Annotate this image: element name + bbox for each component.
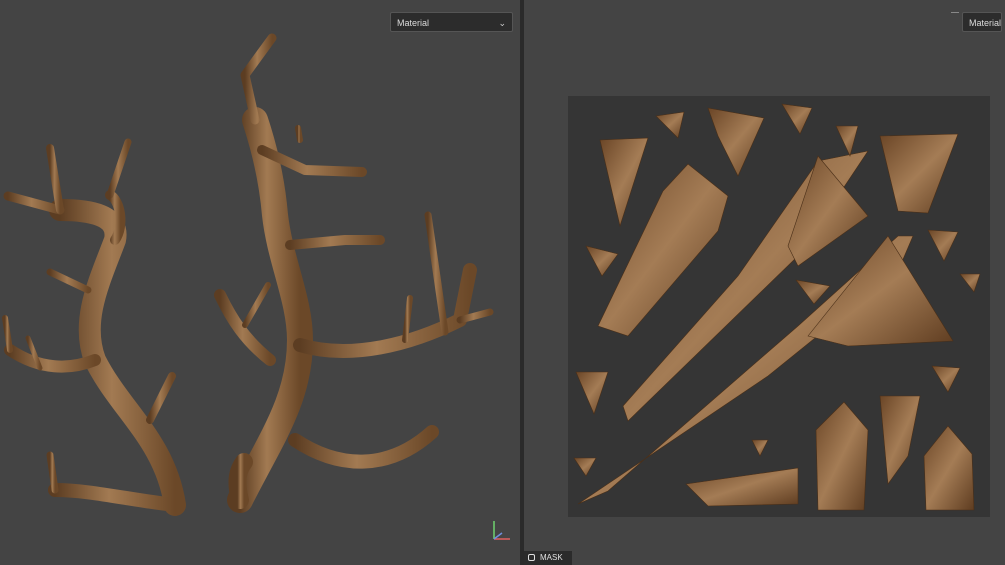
uv-island (807, 235, 954, 347)
uv-island (923, 425, 975, 511)
mask-icon (528, 554, 535, 561)
viewport-toolbar (941, 0, 1001, 13)
uv-island (795, 279, 831, 305)
uv-island (707, 107, 765, 177)
chevron-down-icon: ⌄ (498, 18, 506, 28)
uv-island (815, 401, 869, 511)
uv-island (927, 229, 959, 262)
uv-texture-sheet (568, 96, 990, 517)
uv-island (599, 137, 649, 228)
material-dropdown[interactable]: Material (962, 12, 1002, 32)
mask-button[interactable]: MASK (524, 551, 572, 565)
uv-island (751, 439, 769, 457)
uv-island (787, 155, 869, 267)
3d-viewport[interactable]: Material ⌄ (0, 0, 520, 565)
uv-island (781, 103, 813, 135)
material-dropdown-label: Material (397, 18, 430, 28)
tree-models-render (2, 33, 494, 516)
uv-viewport[interactable]: Material (524, 0, 1005, 565)
axis-gizmo-icon (493, 521, 510, 540)
material-dropdown[interactable]: Material ⌄ (390, 12, 513, 32)
toolbar-icon[interactable] (951, 8, 959, 13)
uv-island (575, 371, 609, 415)
uv-island (879, 133, 959, 214)
mask-label: MASK (540, 553, 563, 562)
uv-islands (573, 103, 981, 511)
uv-island (959, 273, 981, 293)
uv-island (685, 467, 799, 507)
uv-island (835, 125, 859, 157)
uv-island (573, 457, 597, 477)
material-dropdown-label: Material (969, 18, 1002, 28)
uv-island (879, 395, 921, 485)
uv-island (585, 245, 619, 277)
branch-model-left (2, 138, 186, 516)
uv-island (931, 365, 961, 393)
uv-island (655, 111, 685, 139)
branch-model-right (214, 33, 494, 513)
